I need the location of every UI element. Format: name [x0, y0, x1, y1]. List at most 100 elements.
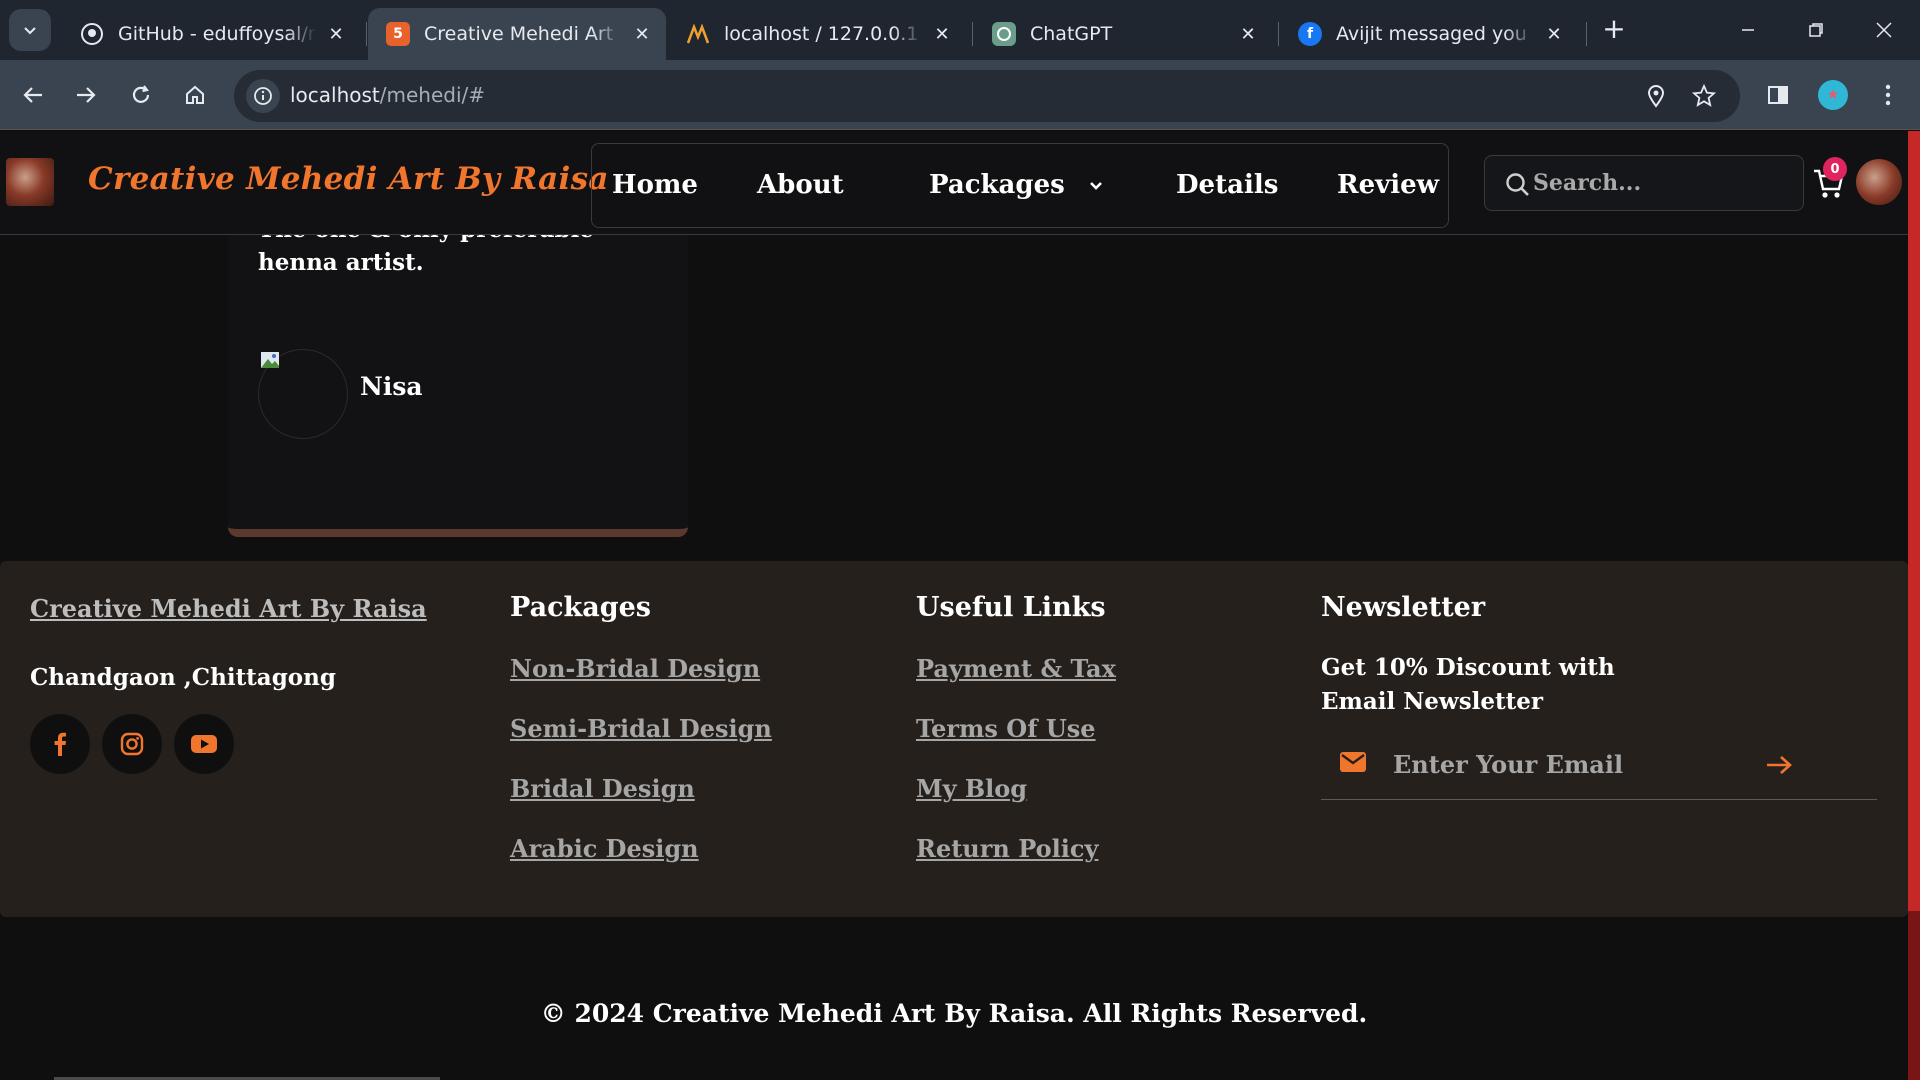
tab-search-button[interactable] [9, 9, 51, 51]
footer-link-semi-bridal[interactable]: Semi-Bridal Design [510, 714, 772, 743]
menu-kebab-icon[interactable] [1872, 79, 1904, 111]
footer-newsletter-heading: Newsletter [1321, 592, 1486, 623]
search-input[interactable] [1533, 164, 1793, 202]
location-icon[interactable] [1642, 82, 1670, 110]
footer-link-arabic[interactable]: Arabic Design [510, 834, 699, 863]
new-tab-button[interactable]: + [1598, 14, 1630, 46]
chatgpt-icon [992, 22, 1016, 46]
footer-link-return[interactable]: Return Policy [916, 834, 1098, 863]
search-icon [1506, 173, 1529, 196]
html5-icon: 5 [386, 22, 410, 46]
close-icon[interactable]: ✕ [1542, 22, 1566, 46]
nav-home[interactable]: Home [612, 170, 698, 200]
nav-about[interactable]: About [757, 170, 844, 200]
nav-packages-label: Packages [929, 170, 1065, 200]
reviewer-name: Nisa [360, 372, 423, 401]
page-scrollbar-thumb[interactable] [1908, 131, 1920, 911]
side-panel-icon[interactable] [1762, 79, 1794, 111]
cart-count-badge: 0 [1823, 157, 1847, 181]
tab-github[interactable]: GitHub - eduffoysal/mehedi ✕ [62, 8, 360, 60]
url-host: localhost [290, 83, 380, 107]
instagram-icon [120, 732, 144, 756]
restore-icon [1809, 23, 1823, 37]
instagram-link[interactable] [102, 714, 162, 774]
browser-tab-bar: GitHub - eduffoysal/mehedi ✕ 5 Creative … [0, 0, 1920, 60]
footer-link-bridal[interactable]: Bridal Design [510, 774, 695, 803]
tab-title: Creative Mehedi Art By Raisa [424, 23, 622, 45]
logo[interactable] [6, 158, 54, 206]
tab-divider [972, 22, 973, 46]
youtube-icon [191, 735, 217, 753]
copyright-text: © 2024 Creative Mehedi Art By Raisa. All… [540, 999, 1368, 1028]
site-info-icon[interactable] [246, 79, 280, 113]
close-icon[interactable]: ✕ [1236, 22, 1260, 46]
nav-review[interactable]: Review [1337, 170, 1439, 200]
subscribe-button[interactable] [1761, 750, 1797, 780]
close-icon [1876, 22, 1892, 38]
url-text[interactable]: localhost/mehedi/# [290, 83, 485, 107]
nav-details[interactable]: Details [1176, 170, 1278, 200]
home-icon [186, 85, 204, 104]
arrow-right-icon [77, 87, 96, 103]
tab-title: GitHub - eduffoysal/mehedi [118, 23, 316, 45]
youtube-link[interactable] [174, 714, 234, 774]
reload-icon [132, 85, 150, 103]
close-icon[interactable]: ✕ [324, 22, 348, 46]
reload-button[interactable] [120, 74, 162, 116]
page-viewport: ★★★★★ The one & only preferable henna ar… [0, 131, 1908, 1080]
facebook-link[interactable] [30, 714, 90, 774]
tab-chatgpt[interactable]: ChatGPT ✕ [974, 8, 1272, 60]
footer-brand-link[interactable]: Creative Mehedi Art By Raisa [30, 594, 427, 623]
chevron-down-icon [1089, 182, 1102, 190]
forward-button[interactable] [65, 74, 107, 116]
tab-divider [1278, 22, 1279, 46]
arrow-right-icon [1767, 756, 1792, 774]
tab-divider [366, 22, 367, 46]
tab-title: localhost / 127.0.0.1 / mehedi [724, 23, 922, 45]
github-icon [80, 22, 104, 46]
footer-link-non-bridal[interactable]: Non-Bridal Design [510, 654, 760, 683]
restore-button[interactable] [1782, 0, 1850, 60]
footer-link-payment[interactable]: Payment & Tax [916, 654, 1116, 683]
brand-name[interactable]: Creative Mehedi Art By Raisa [88, 161, 609, 197]
bookmark-star-icon[interactable] [1690, 82, 1718, 110]
main-nav: Home About Packages Details Review [591, 143, 1449, 228]
back-button[interactable] [12, 74, 54, 116]
newsletter-form [1321, 738, 1877, 800]
address-bar[interactable]: localhost/mehedi/# [234, 70, 1740, 122]
footer-link-terms[interactable]: Terms Of Use [916, 714, 1096, 743]
mail-icon [1340, 752, 1366, 772]
close-window-button[interactable] [1850, 0, 1918, 60]
tab-phpmyadmin[interactable]: localhost / 127.0.0.1 / mehedi ✕ [668, 8, 966, 60]
close-icon[interactable]: ✕ [630, 22, 654, 46]
tab-facebook[interactable]: f Avijit messaged you ✕ [1280, 8, 1578, 60]
broken-image-icon [261, 352, 279, 368]
site-header: Creative Mehedi Art By Raisa Home About … [0, 131, 1908, 235]
profile-icon: ★ [1818, 80, 1848, 110]
tab-title: ChatGPT [1030, 23, 1113, 45]
review-card: ★★★★★ The one & only preferable henna ar… [228, 189, 688, 537]
tab-title: Avijit messaged you [1336, 23, 1527, 45]
profile-avatar[interactable]: ★ [1817, 79, 1849, 111]
tab-mehedi[interactable]: 5 Creative Mehedi Art By Raisa ✕ [368, 8, 666, 60]
email-input[interactable] [1393, 744, 1773, 784]
chevron-down-icon [24, 27, 36, 35]
footer-packages-heading: Packages [510, 592, 651, 623]
arrow-left-icon [23, 87, 42, 103]
facebook-icon: f [1298, 22, 1322, 46]
url-path: /mehedi/# [379, 83, 486, 107]
newsletter-text: Get 10% Discount with Email Newsletter [1321, 654, 1615, 715]
minimize-button[interactable] [1714, 0, 1782, 60]
footer-address: Chandgaon ,Chittagong [30, 664, 336, 691]
home-button[interactable] [174, 74, 216, 116]
minimize-icon [1742, 29, 1754, 31]
user-avatar[interactable] [1856, 159, 1902, 205]
search-box [1484, 155, 1804, 211]
phpmyadmin-icon [686, 22, 710, 46]
tab-divider [1586, 22, 1587, 46]
browser-toolbar: localhost/mehedi/# ★ [0, 60, 1920, 130]
close-icon[interactable]: ✕ [930, 22, 954, 46]
site-footer: Creative Mehedi Art By Raisa Chandgaon ,… [0, 561, 1908, 917]
nav-packages[interactable]: Packages [929, 170, 1104, 200]
footer-link-blog[interactable]: My Blog [916, 774, 1027, 803]
